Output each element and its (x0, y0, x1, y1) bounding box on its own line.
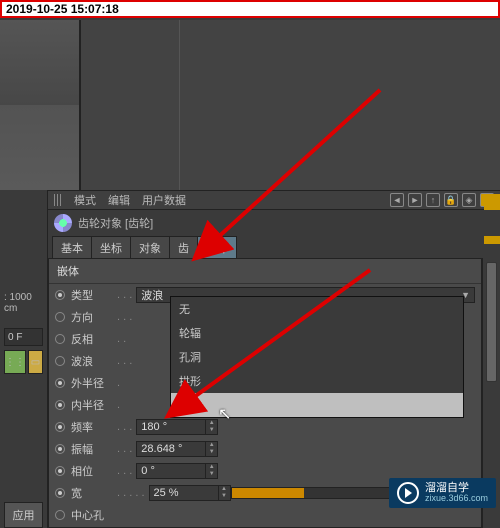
viewport-left (0, 20, 80, 190)
play-icon (397, 482, 419, 504)
opt-none[interactable]: 无 (171, 297, 463, 321)
shelf-icons: ⋮⋮ ▭ (4, 350, 43, 374)
grip-icon[interactable] (54, 194, 62, 206)
row-amp: 振幅. . . 28.648 ° ▲▼ (49, 438, 481, 460)
opt-hole[interactable]: 孔洞 (171, 345, 463, 369)
panel-title: 嵌体 (49, 259, 481, 284)
radio-icon[interactable] (55, 444, 65, 454)
center-label: 中心孔 (71, 507, 117, 523)
tab-inlay[interactable]: 嵌体 (197, 236, 237, 258)
tab-coord[interactable]: 坐标 (91, 236, 131, 258)
radio-icon[interactable] (55, 290, 65, 300)
attribute-menubar: 模式 编辑 用户数据 ◄ ► ↑ 🔒 ◈ + (48, 190, 500, 210)
object-title: 齿轮对象 [齿轮] (78, 215, 153, 231)
freq-label: 频率 (71, 419, 117, 435)
left-toolbar: : 1000 cm 0 F ⋮⋮ ▭ 应用 (0, 190, 48, 528)
radio-icon[interactable] (55, 356, 65, 366)
invert-label: 反相 (71, 331, 117, 347)
object-header: 齿轮对象 [齿轮] (48, 210, 500, 236)
menu-edit[interactable]: 编辑 (108, 192, 130, 208)
tab-tooth[interactable]: 齿 (169, 236, 198, 258)
menu-userdata[interactable]: 用户数据 (142, 192, 186, 208)
opt-wave[interactable]: 波浪 (171, 393, 463, 417)
watermark: 溜溜自学 zixue.3d66.com (389, 478, 496, 508)
radio-icon[interactable] (55, 400, 65, 410)
inner-r-label: 内半径 (71, 397, 117, 413)
menu-mode[interactable]: 模式 (74, 192, 96, 208)
row-freq: 频率. . . 180 ° ▲▼ (49, 416, 481, 438)
opt-spoke[interactable]: 轮辐 (171, 321, 463, 345)
freq-input[interactable]: 180 ° (136, 419, 206, 435)
width-label: 宽 (71, 485, 117, 501)
timestamp-bar: 2019-10-25 15:07:18 (0, 0, 500, 18)
radio-icon[interactable] (55, 488, 65, 498)
watermark-url: zixue.3d66.com (425, 494, 488, 504)
outer-r-label: 外半径 (71, 375, 117, 391)
tab-object[interactable]: 对象 (130, 236, 170, 258)
shelf-btn-2[interactable]: ▭ (28, 350, 43, 374)
phase-input[interactable]: 0 ° (136, 463, 206, 479)
gear-icon (54, 214, 72, 232)
tab-base[interactable]: 基本 (52, 236, 92, 258)
viewport-right (80, 20, 500, 190)
spinner[interactable]: ▲▼ (206, 463, 218, 479)
spinner[interactable]: ▲▼ (206, 419, 218, 435)
opt-arch[interactable]: 拱形 (171, 369, 463, 393)
phase-label: 相位 (71, 463, 117, 479)
nav-fwd-icon[interactable]: ► (408, 193, 422, 207)
type-label: 类型 (71, 287, 117, 303)
wave-label: 波浪 (71, 353, 117, 369)
cursor-icon: ↖ (218, 404, 231, 424)
radio-icon[interactable] (55, 378, 65, 388)
width-input[interactable]: 25 % (149, 485, 219, 501)
spinner[interactable]: ▲▼ (219, 485, 231, 501)
radio-icon[interactable] (55, 334, 65, 344)
tabs: 基本 坐标 对象 齿 嵌体 (48, 236, 500, 258)
spinner[interactable]: ▲▼ (206, 441, 218, 457)
lock-icon[interactable]: 🔒 (444, 193, 458, 207)
tag-icon[interactable]: ◈ (462, 193, 476, 207)
amp-input[interactable]: 28.648 ° (136, 441, 206, 457)
radio-icon[interactable] (55, 466, 65, 476)
distance-label: : 1000 cm (0, 290, 47, 316)
nav-back-icon[interactable]: ◄ (390, 193, 404, 207)
scrollbar-thumb[interactable] (486, 262, 497, 382)
type-dropdown-list: 无 轮辐 孔洞 拱形 波浪 (170, 296, 464, 418)
radio-icon[interactable] (55, 312, 65, 322)
dir-label: 方向 (71, 309, 117, 325)
frame-field[interactable]: 0 F (4, 328, 43, 346)
radio-icon[interactable] (55, 422, 65, 432)
shelf-btn-1[interactable]: ⋮⋮ (4, 350, 26, 374)
radio-icon[interactable] (55, 510, 65, 520)
nav-up-icon[interactable]: ↑ (426, 193, 440, 207)
apply-button[interactable]: 应用 (4, 502, 43, 528)
amp-label: 振幅 (71, 441, 117, 457)
